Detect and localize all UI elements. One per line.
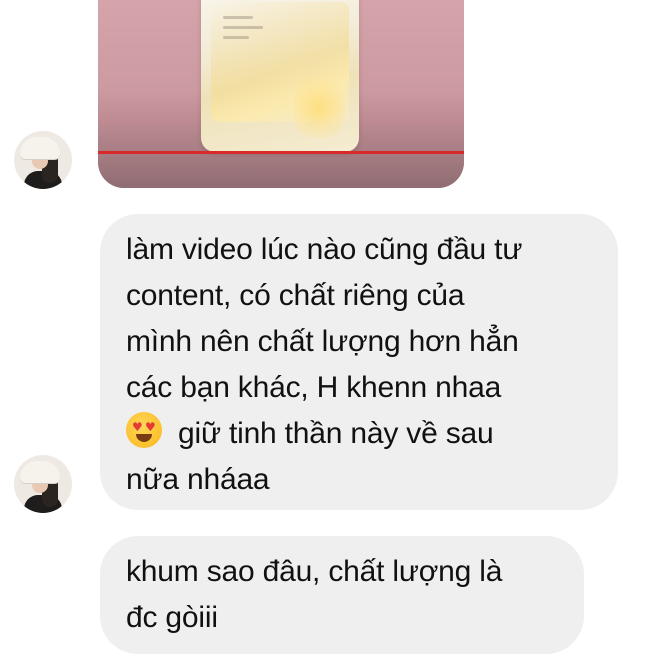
sender-avatar[interactable] [14,455,72,513]
message-line-with-emoji: ♥ ♥ giữ tinh thần này về sau [126,411,594,457]
message-line: giữ tinh thần này về sau [178,417,494,450]
message-line: mình nên chất lượng hơn hẳn [126,325,519,358]
message-bubble[interactable]: làm video lúc nào cũng đầu tư content, c… [100,214,618,510]
message-line: làm video lúc nào cũng đầu tư [126,233,523,266]
message-line: nữa nháaa [126,463,270,496]
product-label-line [223,36,249,39]
product-label-line [223,26,263,29]
message-bubble[interactable]: khum sao đâu, chất lượng là đc gòiii [100,536,584,654]
heart-eyes-emoji-icon: ♥ ♥ [126,412,162,448]
product-label-line [223,16,253,19]
avatar-hat [20,461,60,483]
product-image [201,0,359,152]
message-line: content, có chất riêng của [126,279,465,312]
message-line: khum sao đâu, chất lượng là [126,555,503,588]
avatar-hat [20,137,60,159]
video-progress-line [98,151,464,154]
message-line: các bạn khác, H khenn nhaa [126,371,502,404]
image-message[interactable] [98,0,464,188]
message-line: đc gòiii [126,601,218,634]
sender-avatar[interactable] [14,131,72,189]
chat-screen: làm video lúc nào cũng đầu tư content, c… [0,0,656,656]
